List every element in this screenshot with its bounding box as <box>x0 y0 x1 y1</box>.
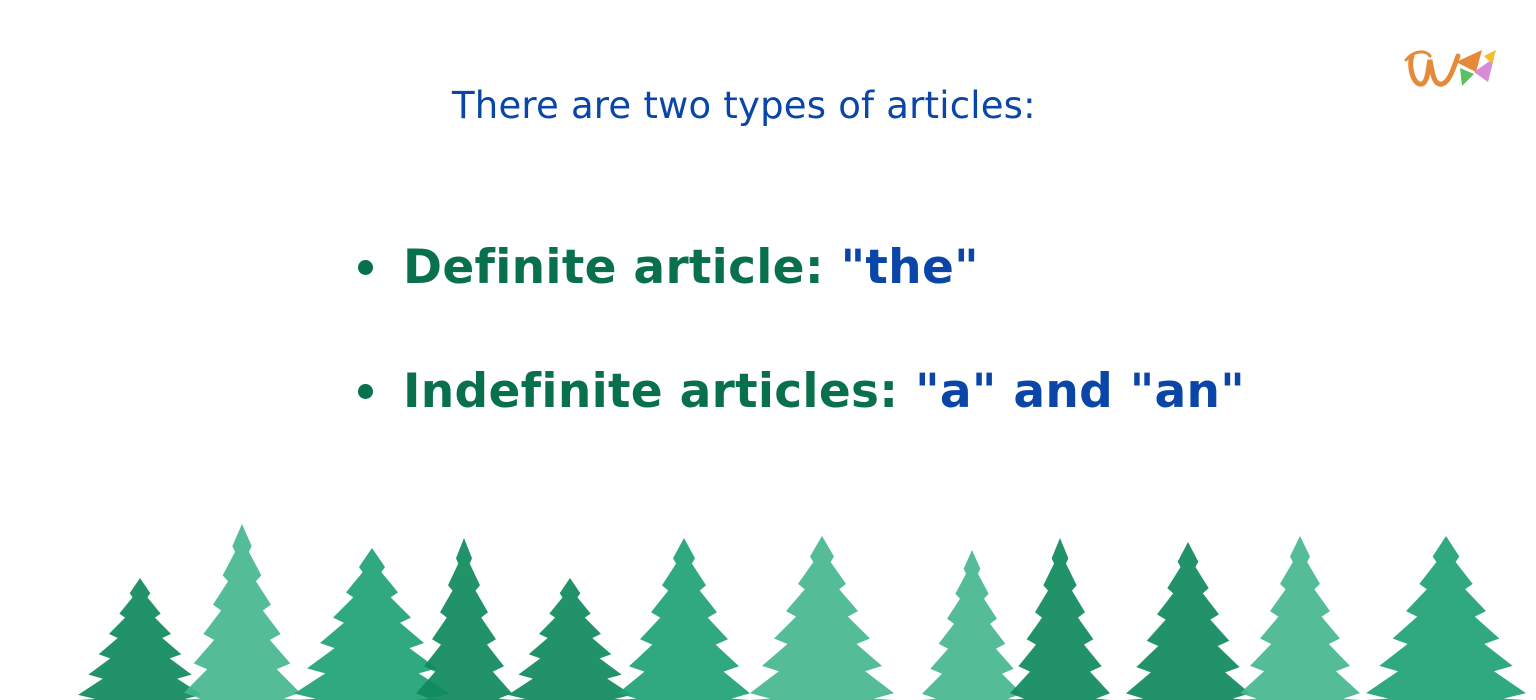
w-pennant-logo-icon <box>1404 50 1496 87</box>
pine-trees-illustration <box>78 524 1526 700</box>
pine-tree-5 <box>508 578 632 700</box>
pine-tree-2 <box>184 524 300 700</box>
list-item-indefinite: Indefinite articles: "a" and "an" <box>358 360 1245 422</box>
pine-tree-10 <box>1126 542 1250 700</box>
pine-tree-12 <box>1366 536 1526 700</box>
pine-tree-4 <box>416 538 512 700</box>
definite-label: Definite article: <box>403 239 824 295</box>
bullet-dot-icon <box>358 383 373 399</box>
articles-list: Definite article: "the" Indefinite artic… <box>358 236 1245 484</box>
pine-tree-7 <box>750 536 894 700</box>
pine-tree-6 <box>618 538 750 700</box>
pine-tree-11 <box>1240 536 1360 700</box>
list-item-definite: Definite article: "the" <box>358 236 1245 298</box>
indefinite-example: "a" and "an" <box>915 363 1246 419</box>
indefinite-label: Indefinite articles: <box>403 363 899 419</box>
pine-tree-3 <box>294 548 450 700</box>
page-heading: There are two types of articles: <box>452 84 1036 127</box>
pine-tree-8 <box>922 550 1022 700</box>
bullet-dot-icon <box>358 259 373 275</box>
definite-example: "the" <box>840 239 979 295</box>
pine-tree-9 <box>1010 538 1110 700</box>
pine-tree-1 <box>78 578 202 700</box>
